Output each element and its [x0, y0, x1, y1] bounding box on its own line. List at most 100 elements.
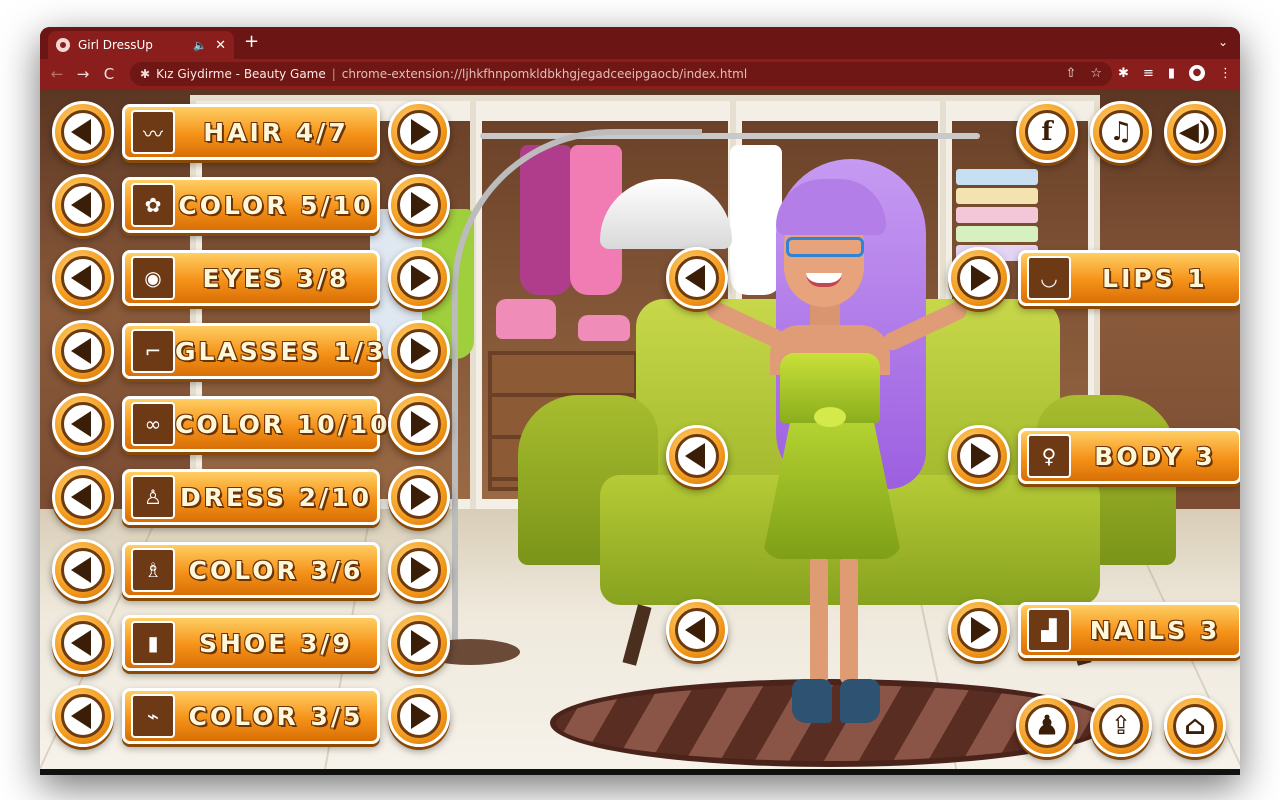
body-next-button[interactable] [948, 425, 1010, 487]
tab-girl-dressup[interactable]: Girl DressUp 🔈 ✕ [48, 31, 234, 59]
option-label-panel: ♙ DRESS 2/10 [122, 469, 380, 525]
option-label-panel: ◉ EYES 3/8 [122, 250, 380, 306]
option-label-panel: ♗ COLOR 3/6 [122, 542, 380, 598]
side-panel-icon[interactable]: ▮ [1168, 66, 1175, 81]
color-prev-button[interactable] [52, 685, 114, 747]
extensions-puzzle-icon[interactable]: ✱ [1118, 66, 1129, 81]
option-label-panel: ▮ SHOE 3/9 [122, 615, 380, 671]
option-label-panel: ∞ COLOR 10/10 [122, 396, 388, 452]
browser-window: Girl DressUp 🔈 ✕ + ⌄ ← → C ✱ Kız Giydirm… [40, 27, 1240, 775]
hair-color-icon: ✿ [131, 183, 175, 227]
arrow-left-icon [71, 484, 91, 510]
dress-icon: ♙ [131, 475, 175, 519]
music-icon: ♫ [1109, 117, 1133, 147]
tab-strip: Girl DressUp 🔈 ✕ + ⌄ [40, 27, 1240, 59]
reading-list-icon[interactable]: ≡ [1143, 66, 1154, 81]
body-prev-button[interactable] [666, 425, 728, 487]
arrow-right-icon [411, 338, 431, 364]
character-shoe [792, 679, 832, 723]
sound-button[interactable]: ◀) [1164, 101, 1226, 163]
bookmark-star-icon[interactable]: ☆ [1090, 66, 1102, 81]
eyes-prev-button[interactable] [52, 247, 114, 309]
tab-close-icon[interactable]: ✕ [215, 38, 226, 53]
option-label: COLOR 10/10 [175, 409, 391, 439]
lips-prev-button[interactable] [666, 247, 728, 309]
color-next-button[interactable] [388, 539, 450, 601]
eye-icon: ◉ [131, 256, 175, 300]
arrow-left-icon [71, 557, 91, 583]
arrow-left-icon [71, 338, 91, 364]
option-label: EYES 3/8 [202, 263, 350, 293]
nails-prev-button[interactable] [666, 599, 728, 661]
tab-title: Girl DressUp [78, 38, 153, 52]
shoe-prev-button[interactable] [52, 612, 114, 674]
browser-menu-icon[interactable]: ⋮ [1219, 66, 1232, 81]
nails-next-button[interactable] [948, 599, 1010, 661]
arrow-left-icon [71, 630, 91, 656]
avatar-button[interactable]: ♟ [1016, 695, 1078, 757]
arrow-left-icon [685, 443, 705, 469]
shoe-color-icon: ⌁ [131, 694, 175, 738]
reload-button[interactable]: C [96, 65, 122, 83]
arrow-right-icon [411, 119, 431, 145]
option-label: COLOR 3/5 [188, 701, 364, 731]
eyes-next-button[interactable] [388, 247, 450, 309]
option-label-panel: ✿ COLOR 5/10 [122, 177, 380, 233]
lips-next-button[interactable] [948, 247, 1010, 309]
sound-icon: ◀) [1178, 117, 1212, 147]
dress-next-button[interactable] [388, 466, 450, 528]
share-page-icon[interactable]: ⇧ [1065, 66, 1076, 81]
profile-avatar-icon[interactable]: ● [1189, 65, 1205, 81]
option-label-panel: ▟ NAILS 3 [1018, 602, 1240, 658]
facebook-button[interactable]: f [1016, 101, 1078, 163]
home-icon: ⌂ [1184, 711, 1206, 741]
color-prev-button[interactable] [52, 539, 114, 601]
favicon-icon [56, 38, 70, 52]
arrow-right-icon [411, 557, 431, 583]
audio-icon[interactable]: 🔈 [193, 39, 207, 52]
glasses-icon: ⌐ [131, 329, 175, 373]
hair-prev-button[interactable] [52, 101, 114, 163]
color-next-button[interactable] [388, 174, 450, 236]
color-next-button[interactable] [388, 685, 450, 747]
home-button[interactable]: ⌂ [1164, 695, 1226, 757]
forward-button[interactable]: → [70, 65, 96, 83]
color-prev-button[interactable] [52, 393, 114, 455]
share-button[interactable]: ⇪ [1090, 695, 1152, 757]
arrow-right-icon [411, 192, 431, 218]
arrow-right-icon [411, 630, 431, 656]
arrow-left-icon [685, 265, 705, 291]
dress-prev-button[interactable] [52, 466, 114, 528]
option-label: SHOE 3/9 [199, 628, 353, 658]
hair-next-button[interactable] [388, 101, 450, 163]
new-tab-button[interactable]: + [244, 33, 259, 51]
color-next-button[interactable] [388, 393, 450, 455]
color-prev-button[interactable] [52, 174, 114, 236]
address-bar[interactable]: ✱ Kız Giydirme - Beauty Game | chrome-ex… [130, 62, 1112, 86]
arrow-right-icon [971, 443, 991, 469]
shoe-next-button[interactable] [388, 612, 450, 674]
site-name: Kız Giydirme - Beauty Game [156, 67, 326, 81]
character-shoe [840, 679, 880, 723]
url-text[interactable]: chrome-extension://ljhkfhnpomkldbkhgjega… [342, 67, 747, 81]
arrow-right-icon [411, 411, 431, 437]
arrow-right-icon [411, 265, 431, 291]
option-label: GLASSES 1/3 [175, 336, 387, 366]
tab-search-icon[interactable]: ⌄ [1218, 35, 1228, 49]
glasses-prev-button[interactable] [52, 320, 114, 382]
arrow-left-icon [71, 411, 91, 437]
character-glasses [786, 237, 864, 257]
option-label: HAIR 4/7 [203, 117, 349, 147]
glasses-next-button[interactable] [388, 320, 450, 382]
arrow-right-icon [411, 484, 431, 510]
hair-icon: 〰 [131, 110, 175, 154]
avatar-icon: ♟ [1035, 711, 1059, 741]
option-label: COLOR 5/10 [178, 190, 374, 220]
extension-icon: ✱ [140, 67, 151, 81]
option-label-panel: ◡ LIPS 1 [1018, 250, 1240, 306]
share-icon: ⇪ [1110, 711, 1132, 741]
arrow-left-icon [71, 265, 91, 291]
music-button[interactable]: ♫ [1090, 101, 1152, 163]
back-button[interactable]: ← [44, 65, 70, 83]
arrow-left-icon [71, 192, 91, 218]
